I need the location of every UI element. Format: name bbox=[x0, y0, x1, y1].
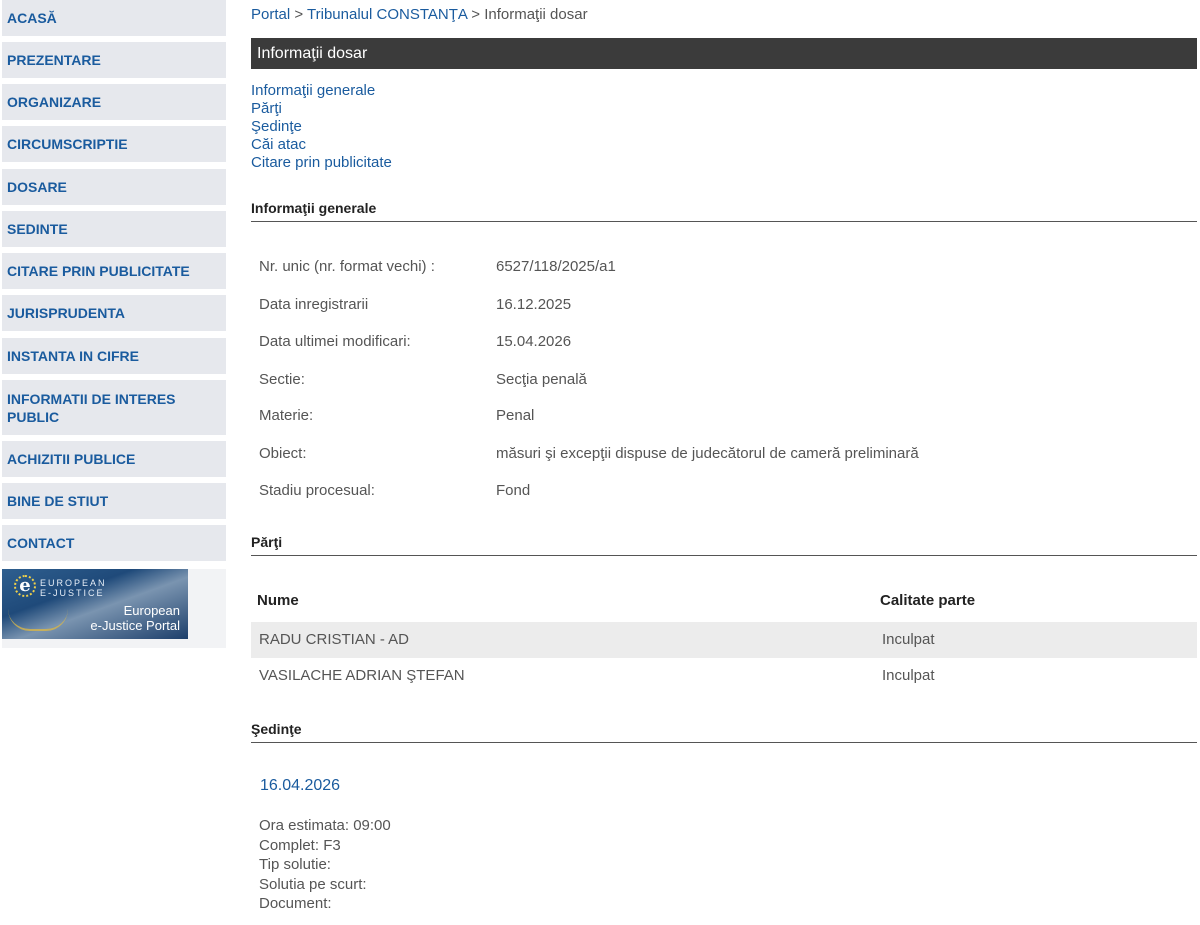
party-name: VASILACHE ADRIAN ŞTEFAN bbox=[259, 667, 465, 684]
nav-item-jurisprudenta[interactable]: JURISPRUDENTA bbox=[2, 295, 226, 331]
breadcrumb-separator: > bbox=[471, 6, 481, 23]
column-header-calitate-parte: Calitate parte bbox=[880, 592, 976, 609]
info-label: Nr. unic (nr. format vechi) : bbox=[259, 258, 435, 275]
info-label: Data ultimei modificari: bbox=[259, 333, 411, 350]
breadcrumb-court-link[interactable]: Tribunalul CONSTANŢA bbox=[307, 6, 467, 23]
banner-small-text-2: E-JUSTICE bbox=[40, 588, 105, 598]
nav-item-dosare[interactable]: DOSARE bbox=[2, 169, 226, 205]
info-value: 16.12.2025 bbox=[496, 296, 572, 313]
info-label: Materie: bbox=[259, 407, 314, 424]
banner-title-line-2: e-Justice Portal bbox=[90, 618, 180, 633]
sedinta-solutia-pe-scurt: Solutia pe scurt: bbox=[259, 875, 367, 893]
info-label: Data inregistrarii bbox=[259, 296, 369, 313]
section-links: Informaţii generale Părţi Şedinţe Căi at… bbox=[251, 82, 392, 172]
table-row: RADU CRISTIAN - AD Inculpat bbox=[251, 622, 1197, 658]
scales-of-justice-icon bbox=[8, 609, 68, 631]
banner-title: European e-Justice Portal bbox=[90, 603, 180, 633]
banner-title-line-1: European bbox=[123, 603, 180, 618]
info-label: Stadiu procesual: bbox=[259, 482, 375, 499]
info-value: Secţia penală bbox=[496, 371, 587, 388]
toc-link-informatii-generale[interactable]: Informaţii generale bbox=[251, 82, 392, 100]
section-heading-sedinte: Şedinţe bbox=[251, 720, 1197, 743]
breadcrumb: Portal > Tribunalul CONSTANŢA > Informaţ… bbox=[251, 6, 588, 24]
sedinta-ora-estimata: Ora estimata: 09:00 bbox=[259, 817, 391, 834]
page-title: Informaţii dosar bbox=[251, 38, 1197, 69]
info-value: Fond bbox=[496, 482, 531, 499]
party-role: Inculpat bbox=[882, 667, 935, 684]
nav-item-contact[interactable]: CONTACT bbox=[2, 525, 226, 561]
nav-item-bine-de-stiut[interactable]: BINE DE STIUT bbox=[2, 483, 226, 519]
section-heading-informatii-generale: Informaţii generale bbox=[251, 199, 1197, 222]
toc-link-parti[interactable]: Părţi bbox=[251, 100, 392, 118]
toc-link-cai-atac[interactable]: Căi atac bbox=[251, 136, 392, 154]
banner-small-text-1: EUROPEAN bbox=[40, 578, 107, 588]
breadcrumb-current: Informaţii dosar bbox=[484, 6, 588, 23]
ejustice-logo-icon: e bbox=[14, 575, 36, 597]
european-ejustice-portal-banner[interactable]: e EUROPEAN E-JUSTICE European e-Justice … bbox=[2, 569, 188, 639]
breadcrumb-separator: > bbox=[294, 6, 304, 23]
nav-item-achizitii-publice[interactable]: ACHIZITII PUBLICE bbox=[2, 441, 226, 477]
sedinta-complet: Complet: F3 bbox=[259, 836, 341, 854]
banner-small-text: EUROPEAN E-JUSTICE bbox=[40, 578, 107, 598]
sedinta-document: Document: bbox=[259, 895, 332, 912]
sedinta-tip-solutie: Tip solutie: bbox=[259, 856, 331, 873]
party-name: RADU CRISTIAN - AD bbox=[259, 631, 410, 648]
nav-item-circumscriptie[interactable]: CIRCUMSCRIPTIE bbox=[2, 126, 226, 162]
toc-link-sedinte[interactable]: Şedinţe bbox=[251, 118, 392, 136]
nav-item-citare-prin-publicitate[interactable]: CITARE PRIN PUBLICITATE bbox=[2, 253, 226, 289]
info-label: Obiect: bbox=[259, 445, 307, 462]
nav-item-informatii-de-interes-public[interactable]: INFORMATII DE INTERES PUBLIC bbox=[2, 380, 226, 435]
breadcrumb-portal-link[interactable]: Portal bbox=[251, 6, 290, 23]
sedinta-date-link[interactable]: 16.04.2026 bbox=[260, 777, 340, 795]
info-value: măsuri şi excepţii dispuse de judecătoru… bbox=[496, 445, 919, 462]
info-value: Penal bbox=[496, 407, 535, 424]
nav-item-instanta-in-cifre[interactable]: INSTANTA IN CIFRE bbox=[2, 338, 226, 374]
info-value: 6527/118/2025/a1 bbox=[496, 258, 616, 275]
toc-link-citare-prin-publicitate[interactable]: Citare prin publicitate bbox=[251, 154, 392, 172]
info-value: 15.04.2026 bbox=[496, 333, 572, 350]
nav-item-acasa[interactable]: ACASĂ bbox=[2, 0, 226, 36]
nav-item-organizare[interactable]: ORGANIZARE bbox=[2, 84, 226, 120]
section-heading-parti: Părţi bbox=[251, 533, 1197, 556]
nav-item-prezentare[interactable]: PREZENTARE bbox=[2, 42, 226, 78]
table-row: VASILACHE ADRIAN ŞTEFAN Inculpat bbox=[251, 658, 1197, 694]
sedinta-details: Ora estimata: 09:00 Complet: F3 Tip solu… bbox=[259, 816, 391, 914]
info-label: Sectie: bbox=[259, 371, 305, 388]
column-header-nume: Nume bbox=[257, 592, 299, 609]
party-role: Inculpat bbox=[882, 631, 935, 648]
nav-item-sedinte[interactable]: SEDINTE bbox=[2, 211, 226, 247]
